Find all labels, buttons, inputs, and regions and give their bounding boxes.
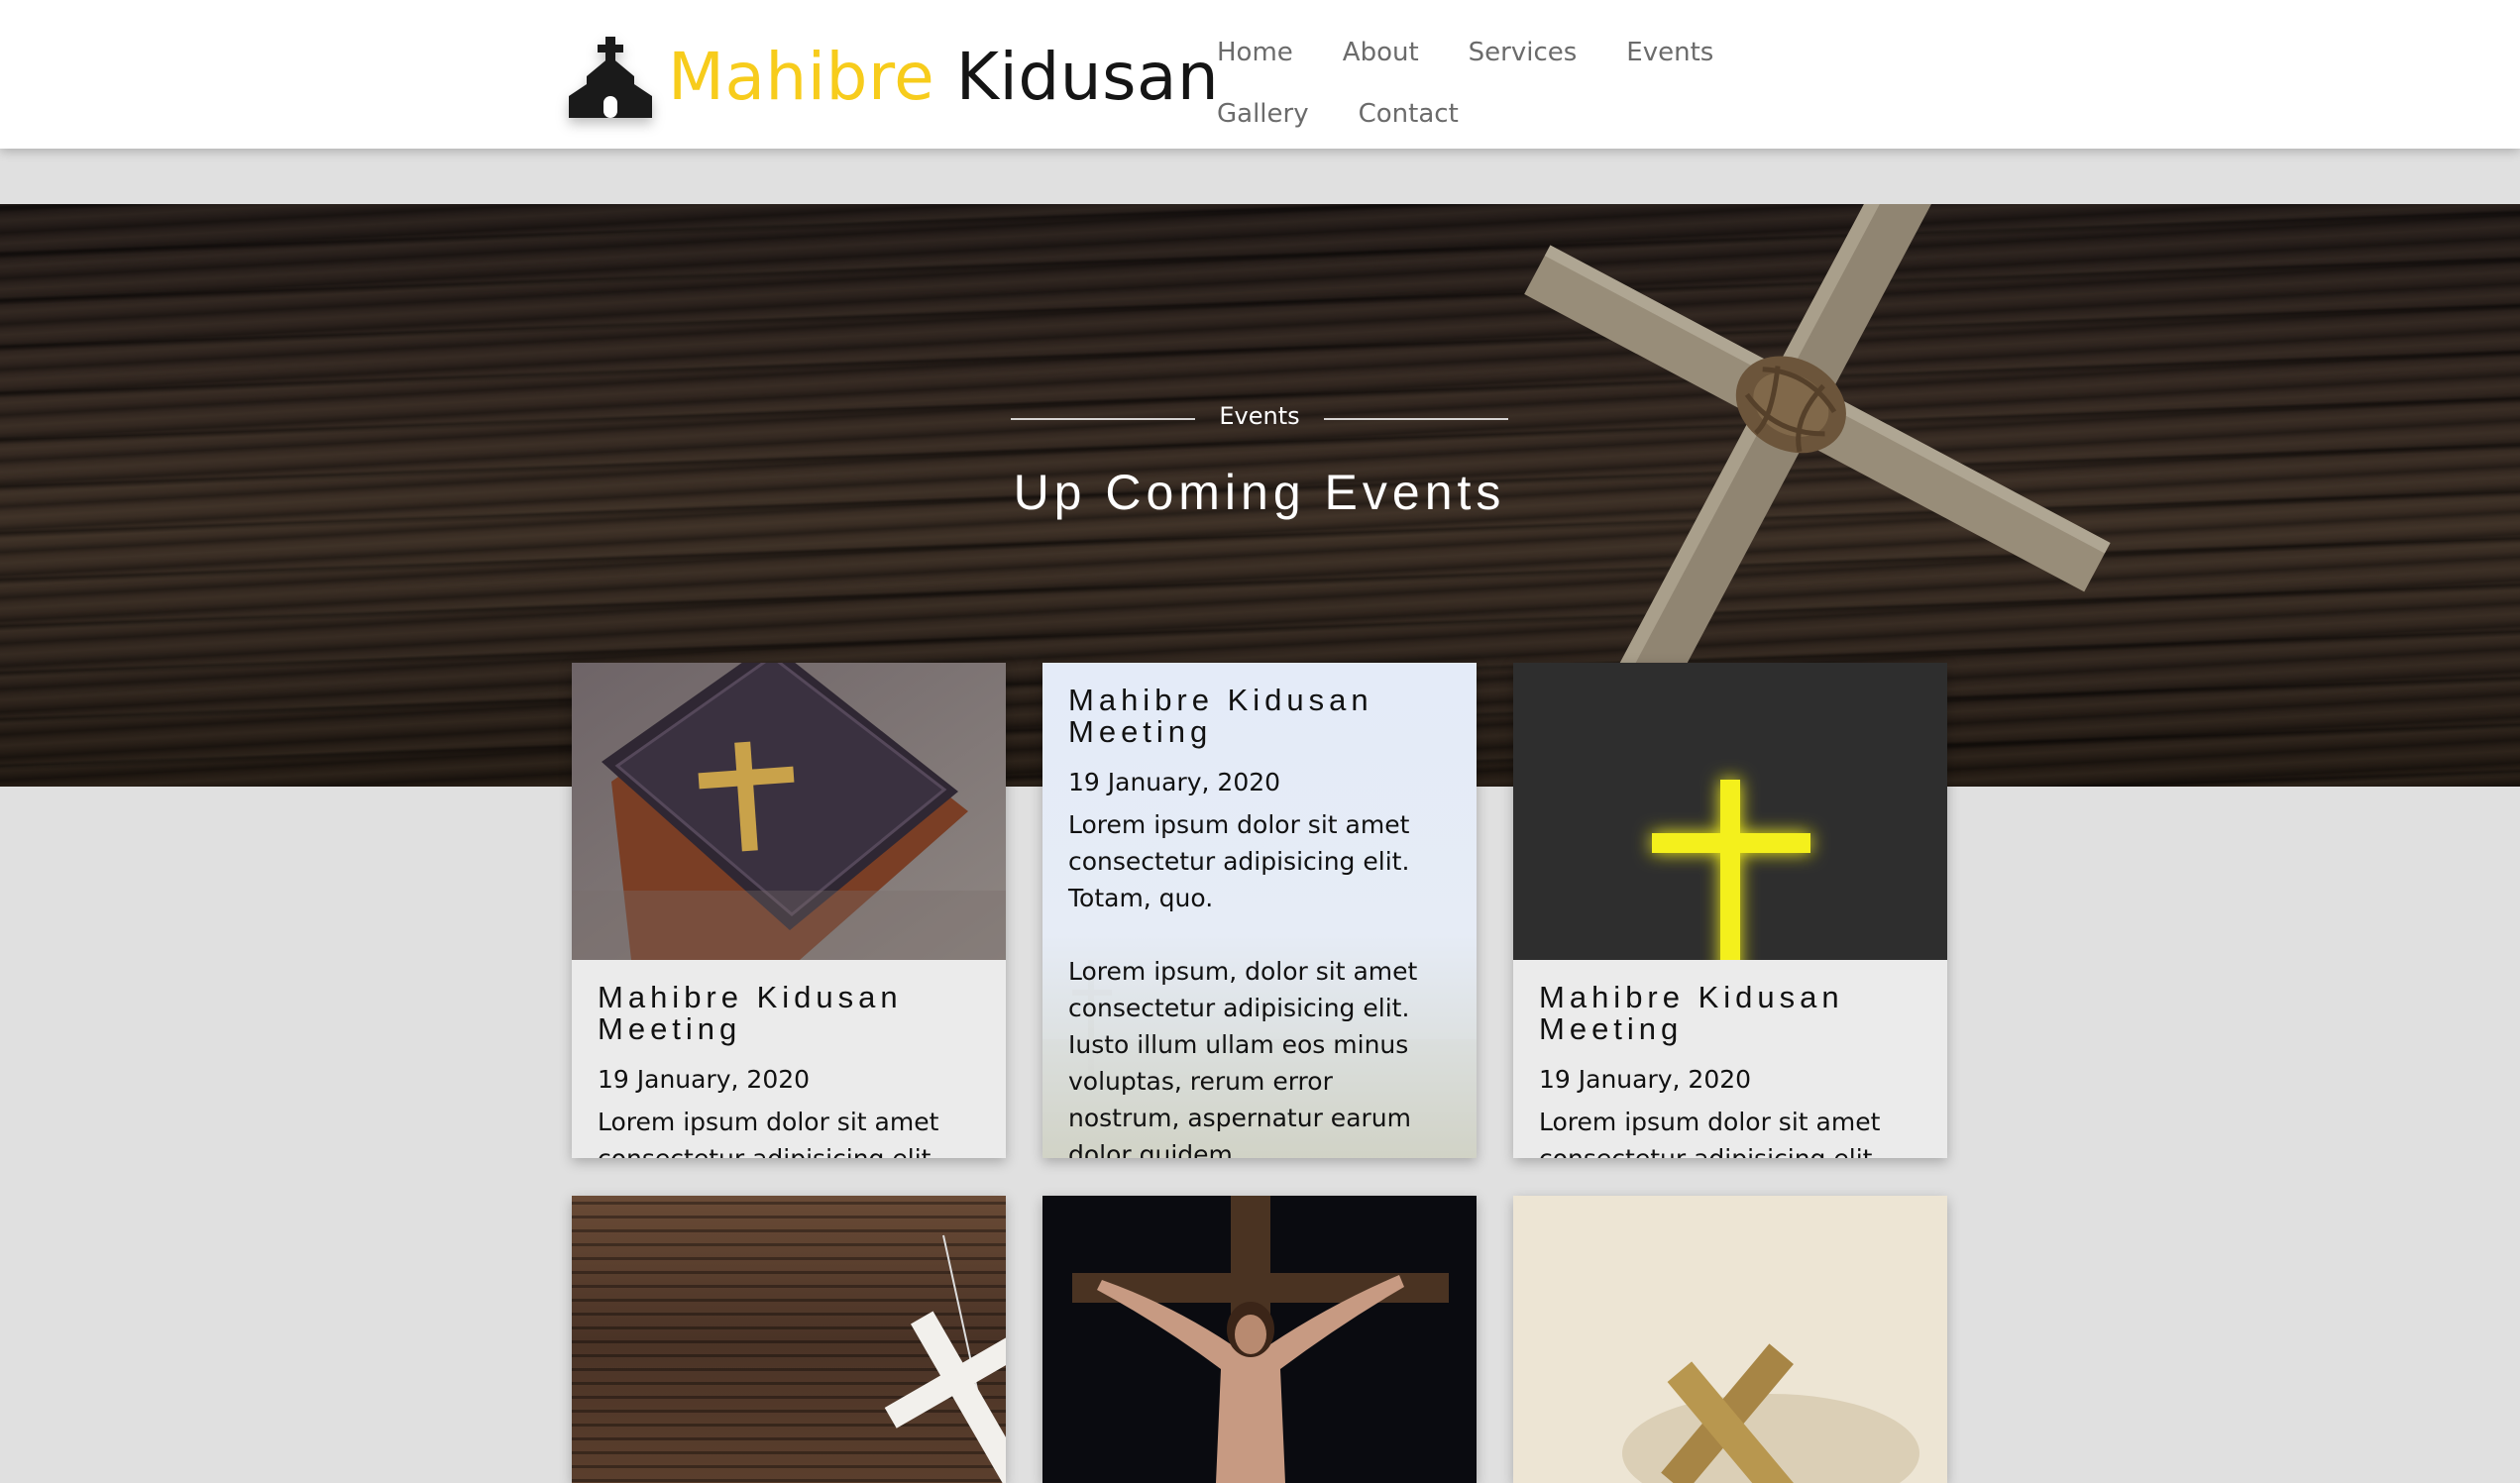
event-card[interactable] [1042, 1196, 1477, 1483]
nav-gallery[interactable]: Gallery [1217, 83, 1309, 145]
brand-name-part1: Mahibre [668, 38, 935, 115]
section-title: Up Coming Events [1013, 465, 1506, 520]
card-text: Lorem ipsum dolor sit amet consectetur a… [1539, 1108, 1881, 1158]
event-card[interactable]: Mahibre Kidusan Meeting 19 January, 2020… [1042, 663, 1477, 1158]
card-date: 19 January, 2020 [1068, 768, 1281, 796]
card-date: 19 January, 2020 [1539, 1065, 1752, 1094]
brand-name: Mahibre Kidusan [668, 39, 1219, 115]
card-text: Lorem ipsum dolor sit amet consectetur a… [1068, 806, 1451, 1158]
event-card[interactable] [1513, 1196, 1947, 1483]
wooden-cross-parchment-image [1513, 1196, 1947, 1483]
section-label-text: Events [1219, 402, 1300, 430]
card-text-paragraph: Lorem ipsum, dolor sit amet consectetur … [1068, 957, 1418, 1158]
section-label: Events [1011, 402, 1508, 430]
wooden-cross-rope-image [572, 1196, 1006, 1483]
glowing-cross-image [1513, 663, 1947, 960]
nav-about[interactable]: About [1343, 22, 1419, 83]
card-date: 19 January, 2020 [598, 1065, 811, 1094]
card-title: Mahibre Kidusan Meeting [1539, 980, 1844, 1046]
event-card[interactable]: Mahibre Kidusan Meeting 19 January, 2020… [1513, 663, 1947, 1158]
nav-contact[interactable]: Contact [1359, 83, 1459, 145]
nav-events[interactable]: Events [1626, 22, 1713, 83]
label-divider-left [1011, 418, 1195, 420]
brand-name-part2: Kidusan [955, 38, 1220, 115]
event-card[interactable]: Mahibre Kidusan Meeting 19 January, 2020… [572, 663, 1006, 1158]
card-body: Mahibre Kidusan Meeting 19 January, 2020… [1513, 960, 1947, 1158]
crucifix-image [1042, 1196, 1477, 1483]
card-body: Mahibre Kidusan Meeting 19 January, 2020… [572, 960, 1006, 1158]
label-divider-right [1324, 418, 1508, 420]
brand-logo[interactable]: Mahibre Kidusan [569, 32, 1219, 121]
card-text-paragraph: Lorem ipsum dolor sit amet consectetur a… [1068, 810, 1410, 912]
card-title: Mahibre Kidusan Meeting [598, 980, 903, 1046]
event-card[interactable] [572, 1196, 1006, 1483]
card-text: Lorem ipsum dolor sit amet consectetur a… [598, 1108, 939, 1158]
bible-image [572, 663, 1006, 960]
main-nav: Home About Services Events Gallery Contact [1217, 22, 1871, 145]
nav-services[interactable]: Services [1469, 22, 1578, 83]
card-body: Mahibre Kidusan Meeting 19 January, 2020… [1042, 663, 1477, 1158]
site-header: Mahibre Kidusan Home About Services Events G… [0, 0, 2520, 149]
church-icon [569, 37, 652, 118]
nav-home[interactable]: Home [1217, 22, 1293, 83]
card-title: Mahibre Kidusan Meeting [1068, 683, 1373, 749]
